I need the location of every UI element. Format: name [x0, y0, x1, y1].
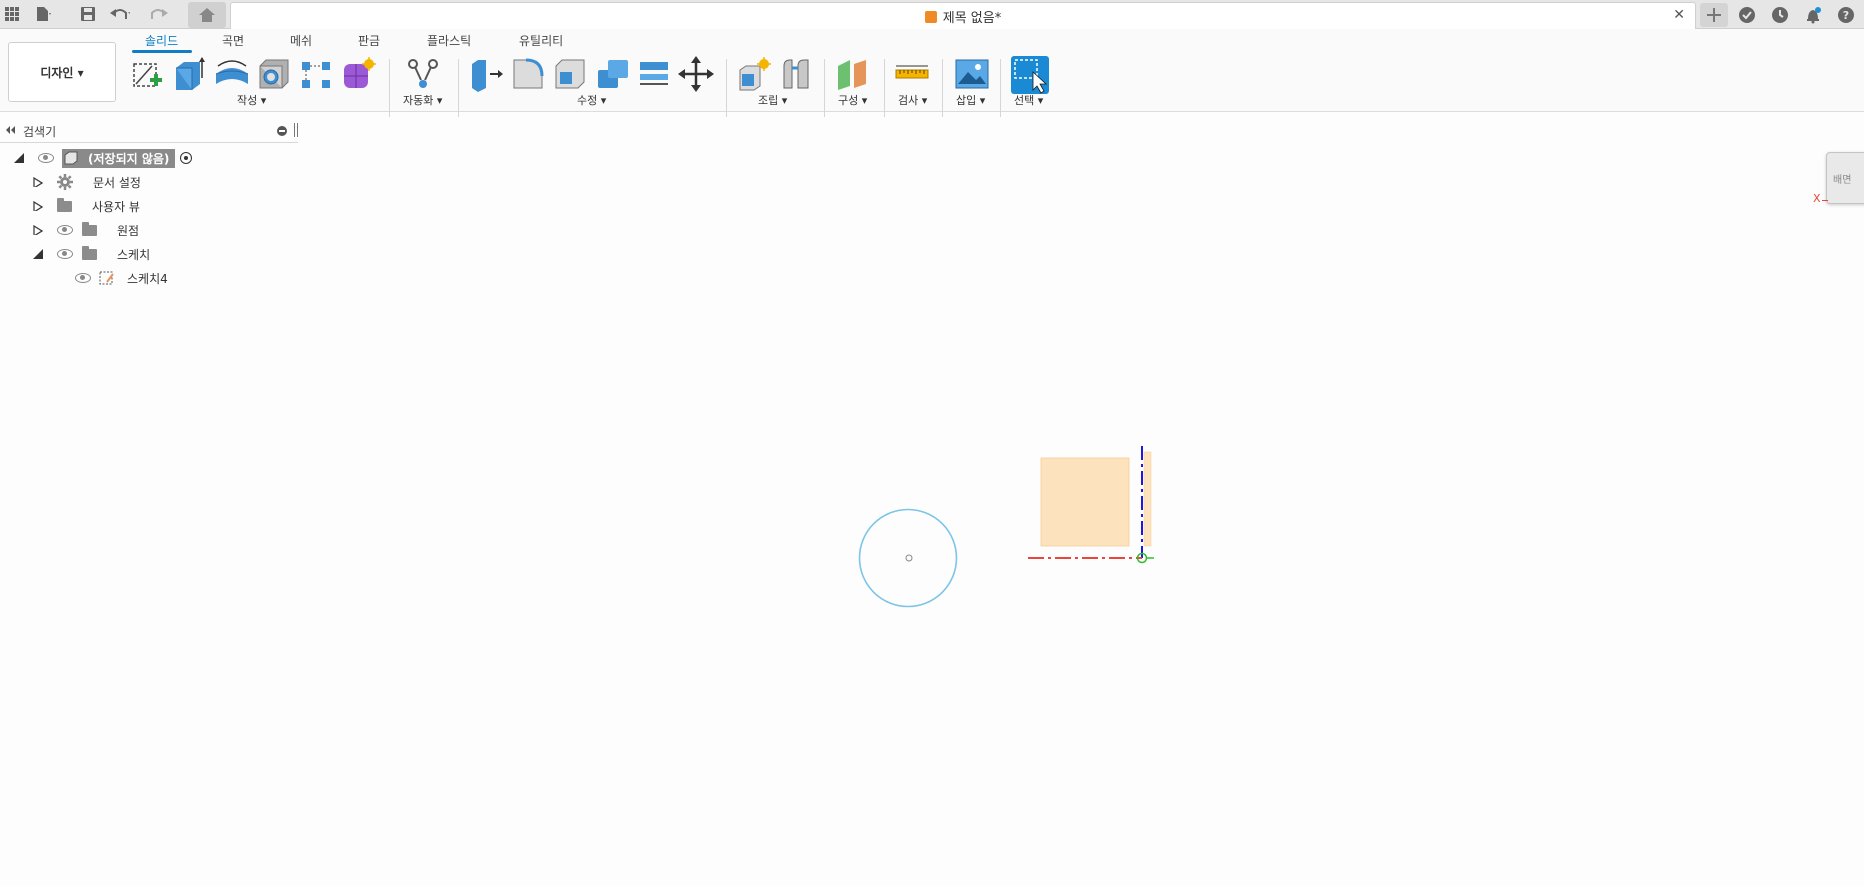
sketch-profile-rectangle[interactable]	[1040, 457, 1130, 547]
sketch-profile-strip[interactable]	[1143, 451, 1152, 547]
circle-center-point[interactable]	[905, 554, 913, 562]
design-canvas[interactable]	[0, 0, 1864, 886]
sketch-circle[interactable]	[858, 508, 958, 608]
